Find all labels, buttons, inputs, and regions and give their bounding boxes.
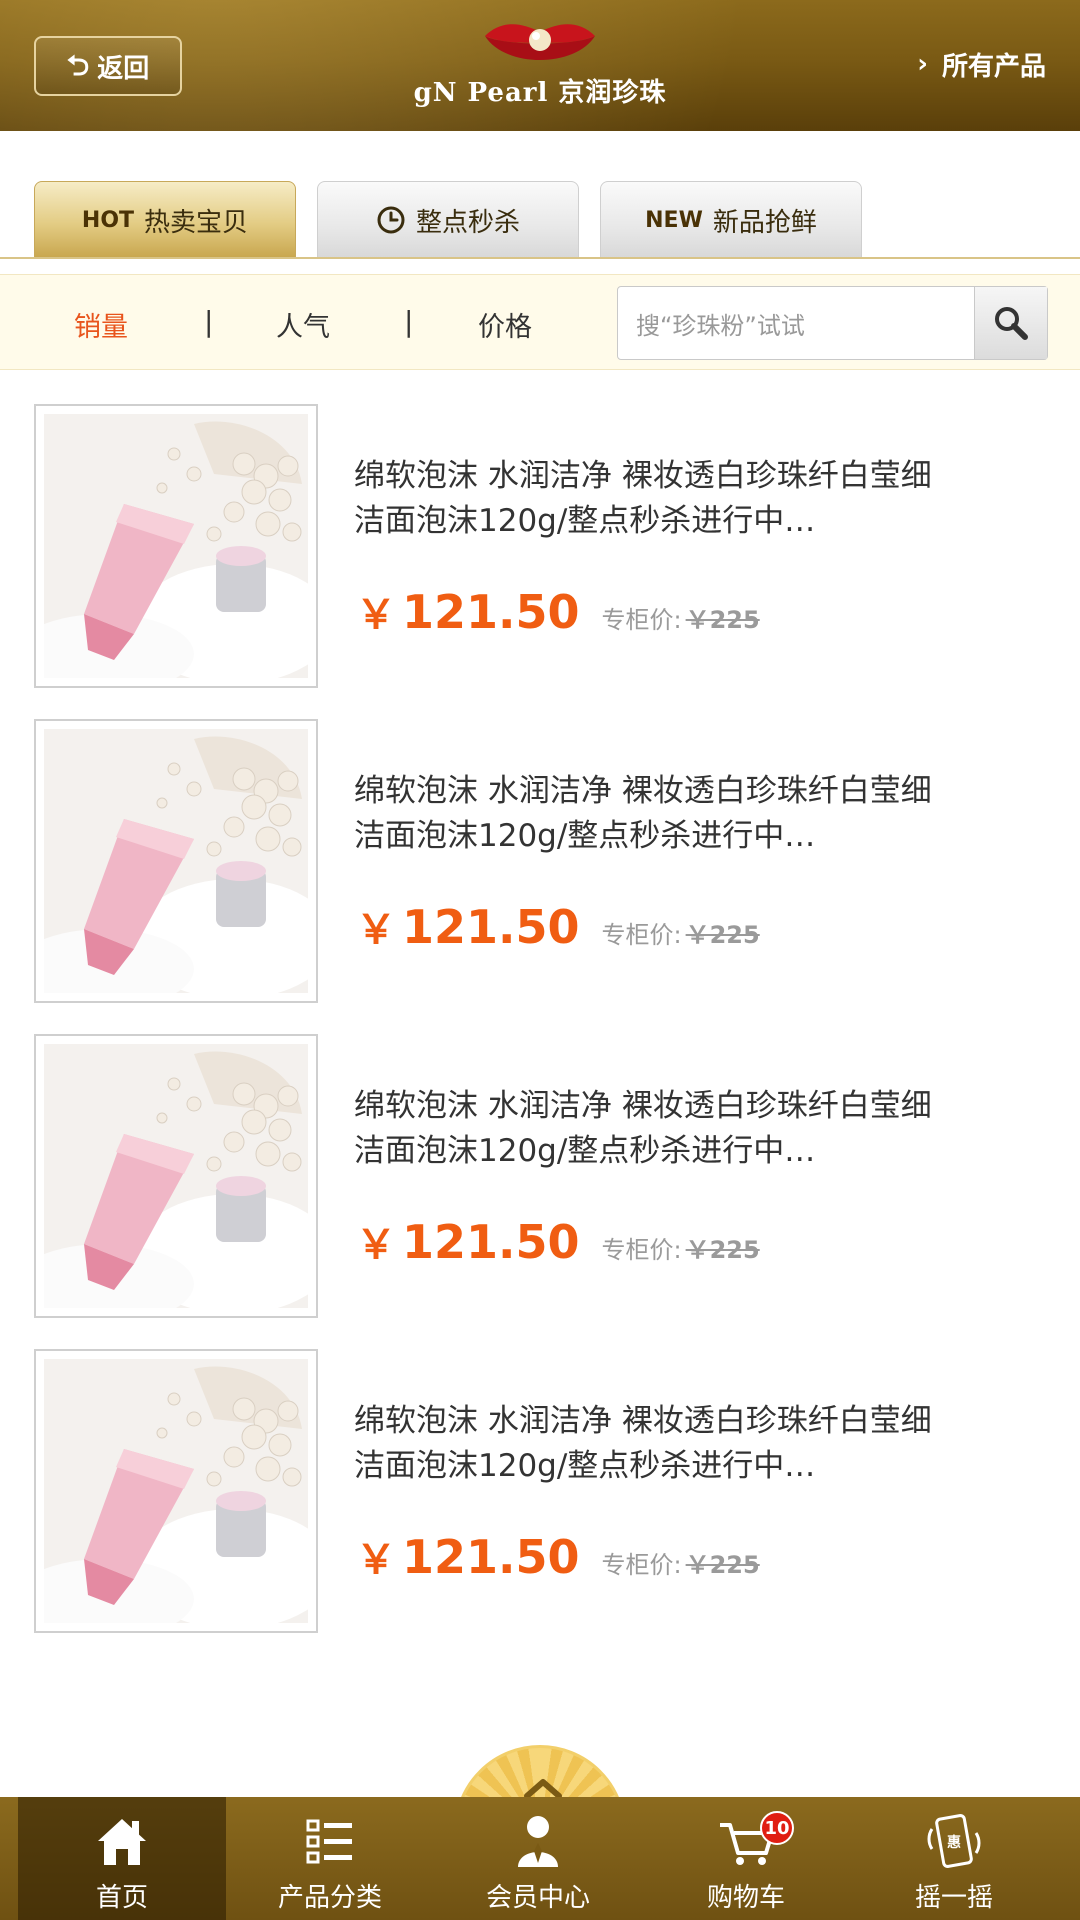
cleanser-tube-image <box>44 1359 308 1623</box>
nav-home-label: 首页 <box>95 1883 148 1913</box>
search-input[interactable]: 搜“珍珠粉”试试 <box>618 287 974 359</box>
original-price: 专柜价: ￥225 <box>601 606 760 634</box>
product-image[interactable] <box>34 719 318 1003</box>
price-row: ￥ 121.50 专柜价: ￥225 <box>356 897 760 955</box>
original-price: 专柜价: ￥225 <box>601 1551 760 1579</box>
search-icon <box>995 307 1028 340</box>
nav-cart-label: 购物车 <box>706 1883 785 1913</box>
member-icon <box>518 1816 558 1867</box>
nav-categories[interactable]: 产品分类 <box>226 1797 434 1920</box>
lips-icon <box>485 24 595 60</box>
product-title[interactable]: 绵软泡沫 水润洁净 裸妆透白珍珠纤白莹细洁面泡沫120g/整点秒杀进行中… <box>354 1084 954 1174</box>
current-price: ￥ 121.50 <box>356 585 580 639</box>
tab-new-label: 新品抢鲜 <box>712 207 817 238</box>
product-item[interactable]: 绵软泡沫 水润洁净 裸妆透白珍珠纤白莹细洁面泡沫120g/整点秒杀进行中… ￥ 1… <box>0 719 1080 1034</box>
price-row: ￥ 121.50 专柜价: ￥225 <box>356 1527 760 1585</box>
sort-sales[interactable]: 销量 <box>74 305 128 344</box>
product-item[interactable]: 绵软泡沫 水润洁净 裸妆透白珍珠纤白莹细洁面泡沫120g/整点秒杀进行中… ￥ 1… <box>0 1349 1080 1664</box>
product-item[interactable]: 绵软泡沫 水润洁净 裸妆透白珍珠纤白莹细洁面泡沫120g/整点秒杀进行中… ￥ 1… <box>0 1034 1080 1349</box>
bottom-nav: 首页 产品分类 会员中心 10 购物车 惠 摇一摇 <box>0 1797 1080 1920</box>
shake-phone-icon: 惠 <box>927 1814 981 1868</box>
tab-flash-sale[interactable]: 整点秒杀 <box>317 181 579 258</box>
clock-icon <box>377 206 405 234</box>
nav-member-label: 会员中心 <box>485 1883 590 1913</box>
nav-categories-label: 产品分类 <box>277 1883 382 1913</box>
back-button-label: 返回 <box>97 53 150 84</box>
sort-separator: | <box>404 305 414 338</box>
product-title[interactable]: 绵软泡沫 水润洁净 裸妆透白珍珠纤白莹细洁面泡沫120g/整点秒杀进行中… <box>354 769 954 859</box>
sort-price[interactable]: 价格 <box>478 305 532 344</box>
category-list-icon <box>306 1819 352 1864</box>
filter-bar: 销量 | 人气 | 价格 搜“珍珠粉”试试 <box>0 274 1080 370</box>
back-button[interactable]: ⮌ 返回 <box>34 36 182 96</box>
cart-count-badge: 10 <box>760 1811 794 1845</box>
tabs-divider <box>0 257 1080 259</box>
nav-member-center[interactable]: 会员中心 <box>434 1797 642 1920</box>
current-price: ￥ 121.50 <box>356 1215 580 1269</box>
price-row: ￥ 121.50 专柜价: ￥225 <box>356 1212 760 1270</box>
nav-home[interactable]: 首页 <box>18 1797 226 1920</box>
product-image[interactable] <box>34 404 318 688</box>
sort-popularity[interactable]: 人气 <box>276 305 330 344</box>
top-header: ⮌ 返回 gN Pearl 京润珍珠 › 所有产品 <box>0 0 1080 131</box>
current-price: ￥ 121.50 <box>356 1530 580 1584</box>
chevron-right-icon: › <box>917 49 928 79</box>
original-price: 专柜价: ￥225 <box>601 921 760 949</box>
price-row: ￥ 121.50 专柜价: ￥225 <box>356 582 760 640</box>
product-image[interactable] <box>34 1349 318 1633</box>
product-item[interactable]: 绵软泡沫 水润洁净 裸妆透白珍珠纤白莹细洁面泡沫120g/整点秒杀进行中… ￥ 1… <box>0 404 1080 719</box>
category-tabs: HOT 热卖宝贝 整点秒杀 NEW 新品抢鲜 <box>34 181 862 258</box>
tab-hot-tag: HOT <box>81 207 135 233</box>
sort-separator: | <box>204 305 214 338</box>
product-list: 绵软泡沫 水润洁净 裸妆透白珍珠纤白莹细洁面泡沫120g/整点秒杀进行中… ￥ 1… <box>0 404 1080 1664</box>
nav-cart[interactable]: 10 购物车 <box>642 1797 850 1920</box>
nav-shake[interactable]: 惠 摇一摇 <box>850 1797 1058 1920</box>
product-title[interactable]: 绵软泡沫 水润洁净 裸妆透白珍珠纤白莹细洁面泡沫120g/整点秒杀进行中… <box>354 454 954 544</box>
search-box: 搜“珍珠粉”试试 <box>617 286 1048 360</box>
search-button[interactable] <box>974 287 1047 359</box>
original-price: 专柜价: ￥225 <box>601 1236 760 1264</box>
home-icon <box>98 1819 146 1865</box>
cleanser-tube-image <box>44 1044 308 1308</box>
product-image[interactable] <box>34 1034 318 1318</box>
tab-hot-label: 热卖宝贝 <box>144 207 249 238</box>
tab-flash-sale-label: 整点秒杀 <box>415 207 520 238</box>
tab-new[interactable]: NEW 新品抢鲜 <box>600 181 862 258</box>
tab-hot[interactable]: HOT 热卖宝贝 <box>34 181 296 258</box>
back-arrow-icon: ⮌ <box>66 49 90 82</box>
brand-logo: gN Pearl 京润珍珠 <box>414 18 665 118</box>
product-title[interactable]: 绵软泡沫 水润洁净 裸妆透白珍珠纤白莹细洁面泡沫120g/整点秒杀进行中… <box>354 1399 954 1489</box>
svg-text:惠: 惠 <box>947 1834 961 1851</box>
nav-shake-label: 摇一摇 <box>914 1883 993 1913</box>
current-price: ￥ 121.50 <box>356 900 580 954</box>
cleanser-tube-image <box>44 729 308 993</box>
all-products-label: 所有产品 <box>941 51 1046 82</box>
tab-new-tag: NEW <box>645 207 703 233</box>
cleanser-tube-image <box>44 414 308 678</box>
all-products-link[interactable]: › 所有产品 <box>917 44 1046 84</box>
brand-name: gN Pearl 京润珍珠 <box>413 78 667 108</box>
